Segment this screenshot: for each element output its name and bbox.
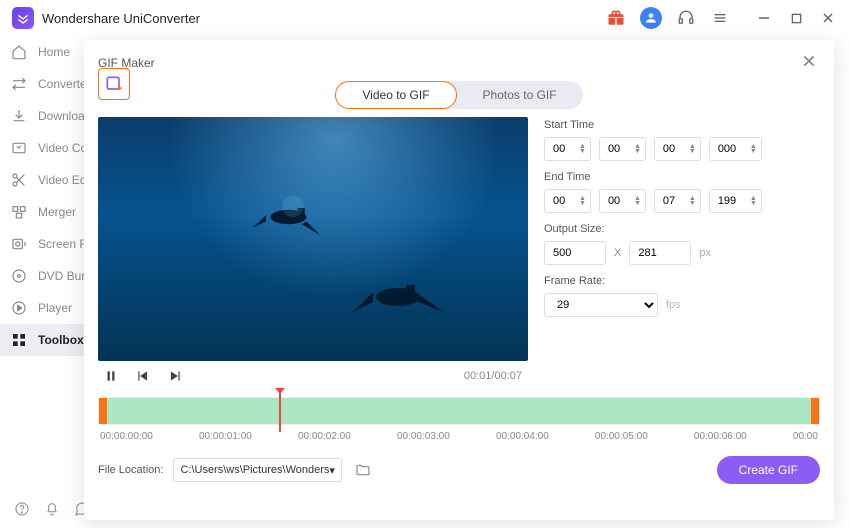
sidebar-label: Screen Recorder — [38, 237, 84, 251]
app-title: Wondershare UniConverter — [42, 11, 200, 26]
output-width-input[interactable] — [544, 241, 606, 265]
gift-icon[interactable] — [606, 8, 626, 28]
sidebar-item-downloader[interactable]: Downloader — [0, 100, 84, 132]
create-gif-button[interactable]: Create GIF — [717, 456, 820, 484]
minimize-icon[interactable] — [754, 8, 774, 28]
sidebar-label: Converter — [38, 77, 84, 91]
timeline-ticks: 00:00:00:00 00:00:01:00 00:00:02:00 00:0… — [98, 431, 820, 442]
tick: 00:00:03:00 — [397, 431, 450, 442]
title-bar: Wondershare UniConverter — [0, 0, 850, 36]
converter-icon — [10, 75, 28, 93]
sidebar-item-player[interactable]: Player — [0, 292, 84, 324]
play-time: 00:01/00:07 — [464, 370, 522, 382]
start-ms-input[interactable]: ▲▼ — [709, 137, 762, 161]
tab-photos-to-gif[interactable]: Photos to GIF — [457, 81, 583, 109]
sidebar-item-compressor[interactable]: Video Compressor — [0, 132, 84, 164]
help-icon[interactable] — [14, 501, 30, 520]
end-min-input[interactable]: ▲▼ — [599, 189, 646, 213]
close-window-icon[interactable] — [818, 8, 838, 28]
disc-icon — [10, 267, 28, 285]
chevron-down-icon: ▾ — [329, 464, 335, 477]
sidebar-item-merger[interactable]: Merger — [0, 196, 84, 228]
video-frame[interactable] — [98, 117, 528, 361]
close-icon[interactable] — [798, 50, 820, 75]
sidebar-label: Player — [38, 301, 72, 315]
sidebar-item-toolbox[interactable]: Toolbox — [0, 324, 84, 356]
end-sec-input[interactable]: ▲▼ — [654, 189, 701, 213]
next-frame-button[interactable] — [168, 369, 182, 383]
record-icon — [10, 235, 28, 253]
tab-video-to-gif[interactable]: Video to GIF — [335, 81, 456, 109]
trim-handle-right[interactable] — [811, 398, 819, 424]
sidebar-item-converter[interactable]: Converter — [0, 68, 84, 100]
bell-icon[interactable] — [44, 501, 60, 520]
trim-handle-left[interactable] — [99, 398, 107, 424]
end-ms-input[interactable]: ▲▼ — [709, 189, 762, 213]
sidebar: Home Converter Downloader Video Compress… — [0, 36, 84, 528]
file-location-label: File Location: — [98, 464, 163, 476]
sidebar-label: Video Editor — [38, 173, 84, 187]
sidebar-label: Toolbox — [38, 333, 84, 347]
maximize-icon[interactable] — [786, 8, 806, 28]
tab-group: Video to GIF Photos to GIF — [98, 81, 820, 109]
start-sec-input[interactable]: ▲▼ — [654, 137, 701, 161]
size-x: X — [614, 247, 621, 259]
prev-frame-button[interactable] — [136, 369, 150, 383]
end-hour-input[interactable]: ▲▼ — [544, 189, 591, 213]
play-controls: 00:01/00:07 — [98, 361, 528, 391]
gif-maker-modal: GIF Maker Video to GIF Photos to GIF 00:… — [84, 40, 834, 520]
tick: 00:00:05:00 — [595, 431, 648, 442]
output-size-label: Output Size: — [544, 223, 820, 235]
modal-footer: File Location: C:\Users\ws\Pictures\Wond… — [98, 456, 820, 484]
start-time-label: Start Time — [544, 119, 820, 131]
sidebar-item-recorder[interactable]: Screen Recorder — [0, 228, 84, 260]
video-preview-area: 00:01/00:07 — [98, 117, 528, 391]
sidebar-item-home[interactable]: Home — [0, 36, 84, 68]
pause-button[interactable] — [104, 369, 118, 383]
sidebar-label: Video Compressor — [38, 141, 84, 155]
end-time-label: End Time — [544, 171, 820, 183]
sidebar-label: Downloader — [38, 109, 84, 123]
add-file-button[interactable] — [98, 68, 130, 100]
frame-rate-label: Frame Rate: — [544, 275, 820, 287]
sidebar-bottom-icons — [0, 501, 84, 520]
sidebar-item-editor[interactable]: Video Editor — [0, 164, 84, 196]
user-avatar-icon[interactable] — [640, 7, 662, 29]
headset-icon[interactable] — [676, 8, 696, 28]
trim-range[interactable] — [107, 398, 811, 424]
sidebar-label: Home — [38, 45, 70, 59]
grid-icon — [10, 331, 28, 349]
sidebar-label: Merger — [38, 205, 76, 219]
open-folder-button[interactable] — [352, 459, 374, 481]
tick: 00:00 — [793, 431, 818, 442]
tick: 00:00:00:00 — [100, 431, 153, 442]
app-logo-icon — [12, 7, 34, 29]
merge-icon — [10, 203, 28, 221]
timeline: 00:00:00:00 00:00:01:00 00:00:02:00 00:0… — [98, 397, 820, 442]
home-icon — [10, 43, 28, 61]
file-location-dropdown[interactable]: C:\Users\ws\Pictures\Wonders ▾ — [173, 458, 341, 482]
sidebar-label: DVD Burner — [38, 269, 84, 283]
frame-rate-select[interactable]: 29 — [544, 293, 658, 317]
compress-icon — [10, 139, 28, 157]
timeline-track[interactable] — [98, 397, 820, 425]
playhead[interactable] — [279, 392, 281, 432]
output-height-input[interactable] — [629, 241, 691, 265]
scissors-icon — [10, 171, 28, 189]
tick: 00:00:06:00 — [694, 431, 747, 442]
play-icon — [10, 299, 28, 317]
start-hour-input[interactable]: ▲▼ — [544, 137, 591, 161]
settings-panel: Start Time ▲▼ ▲▼ ▲▼ ▲▼ End Time ▲▼ ▲▼ ▲▼… — [544, 117, 820, 391]
sidebar-item-dvd[interactable]: DVD Burner — [0, 260, 84, 292]
tick: 00:00:01:00 — [199, 431, 252, 442]
tick: 00:00:02:00 — [298, 431, 351, 442]
start-min-input[interactable]: ▲▼ — [599, 137, 646, 161]
download-icon — [10, 107, 28, 125]
px-label: px — [699, 247, 711, 259]
menu-icon[interactable] — [710, 8, 730, 28]
tick: 00:00:04:00 — [496, 431, 549, 442]
fps-label: fps — [666, 299, 681, 311]
